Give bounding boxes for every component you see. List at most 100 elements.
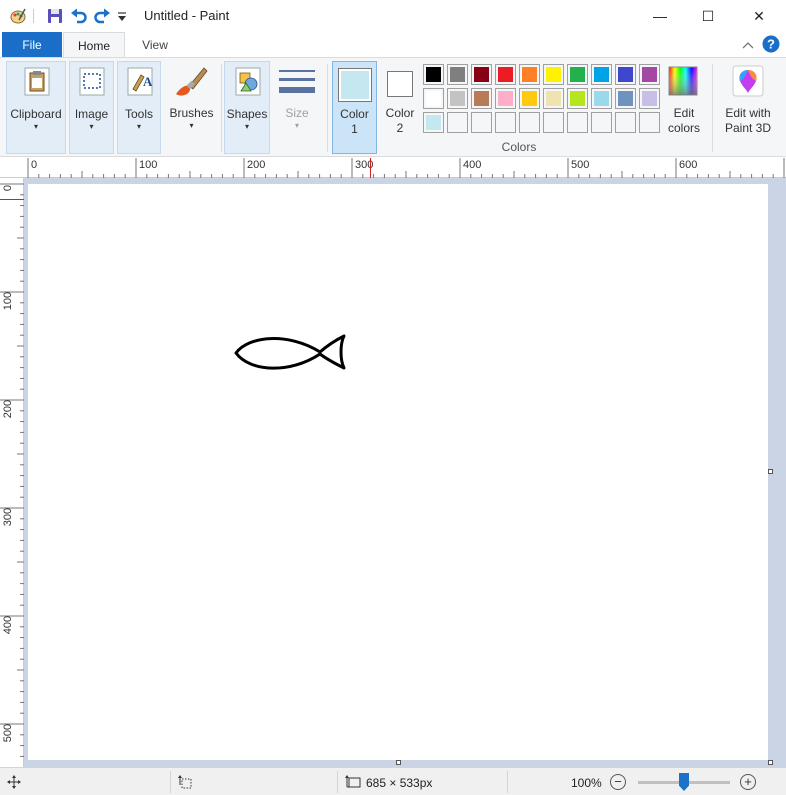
- shapes-group[interactable]: Shapes ▾: [224, 61, 270, 154]
- tab-file[interactable]: File: [2, 32, 62, 58]
- color-spectrum-icon: [668, 66, 698, 96]
- palette-swatch-color: [474, 67, 489, 82]
- palette-swatch[interactable]: [519, 112, 540, 133]
- canvas-size-icon: [345, 775, 361, 788]
- palette-swatch[interactable]: [639, 64, 660, 85]
- palette-swatch-color: [498, 67, 513, 82]
- color2-label: Color: [385, 106, 415, 120]
- canvas-dimensions: 685 × 533px: [366, 776, 433, 790]
- palette-swatch-color: [618, 67, 633, 82]
- customize-quick-access-icon[interactable]: [116, 7, 128, 25]
- tab-view[interactable]: View: [127, 32, 183, 58]
- canvas-drawing: [234, 334, 346, 370]
- palette-swatch[interactable]: [591, 88, 612, 109]
- undo-icon[interactable]: [70, 7, 88, 25]
- window-title: Untitled - Paint: [144, 8, 230, 23]
- palette-swatch-color: [546, 67, 561, 82]
- palette-swatch[interactable]: [591, 64, 612, 85]
- zoom-level: 100%: [571, 776, 602, 790]
- palette-swatch[interactable]: [471, 112, 492, 133]
- palette-swatch[interactable]: [447, 112, 468, 133]
- tab-home[interactable]: Home: [63, 32, 125, 58]
- palette-swatch[interactable]: [519, 64, 540, 85]
- close-button[interactable]: ✕: [736, 0, 782, 32]
- palette-swatch[interactable]: [447, 64, 468, 85]
- ribbon: Clipboard ▾ Image ▾ A Tools ▾ Brushes ▾: [0, 57, 786, 157]
- redo-icon[interactable]: [93, 7, 111, 25]
- palette-swatch[interactable]: [543, 64, 564, 85]
- palette-swatch[interactable]: [567, 112, 588, 133]
- help-icon[interactable]: ?: [762, 35, 780, 53]
- zoom-out-button[interactable]: −: [610, 774, 626, 790]
- status-separator: [507, 771, 508, 793]
- color2-number: 2: [396, 121, 404, 135]
- palette-swatch[interactable]: [423, 64, 444, 85]
- v-ruler-label: 100: [2, 291, 14, 311]
- clipboard-icon: [24, 67, 50, 96]
- color1-button[interactable]: Color 1: [332, 61, 377, 154]
- palette-swatch[interactable]: [543, 88, 564, 109]
- resize-handle-bottom[interactable]: [396, 760, 401, 765]
- palette-swatch[interactable]: [447, 88, 468, 109]
- zoom-in-button[interactable]: +: [740, 774, 756, 790]
- edit-colors-label-line2: colors: [667, 121, 700, 135]
- palette-swatch[interactable]: [615, 88, 636, 109]
- palette-swatch-color: [642, 115, 657, 130]
- palette-swatch[interactable]: [471, 88, 492, 109]
- paint-app-icon[interactable]: [9, 7, 27, 25]
- palette-swatch[interactable]: [615, 112, 636, 133]
- palette-swatch-color: [498, 115, 513, 130]
- size-label: Size: [285, 106, 309, 120]
- palette-swatch-color: [450, 67, 465, 82]
- edit-colors-button[interactable]: Edit colors: [661, 61, 707, 154]
- color2-button[interactable]: Color 2: [379, 61, 421, 154]
- palette-swatch-color: [498, 91, 513, 106]
- palette-swatch[interactable]: [543, 112, 564, 133]
- zoom-slider-thumb[interactable]: [679, 773, 689, 791]
- palette-swatch[interactable]: [495, 112, 516, 133]
- h-ruler-label: 200: [247, 159, 266, 171]
- resize-handle-corner[interactable]: [768, 760, 773, 765]
- palette-swatch[interactable]: [495, 64, 516, 85]
- palette-swatch-color: [570, 67, 585, 82]
- h-ruler-label: 600: [679, 159, 698, 171]
- palette-swatch[interactable]: [567, 64, 588, 85]
- collapse-ribbon-icon[interactable]: [742, 40, 754, 50]
- palette-swatch[interactable]: [423, 112, 444, 133]
- maximize-button[interactable]: ☐: [685, 0, 731, 32]
- palette-swatch-color: [642, 67, 657, 82]
- ribbon-tabs: File Home View ?: [0, 32, 786, 58]
- palette-swatch-color: [450, 91, 465, 106]
- tools-caret: ▾: [136, 122, 141, 131]
- palette-swatch[interactable]: [591, 112, 612, 133]
- clipboard-group[interactable]: Clipboard ▾: [6, 61, 66, 154]
- shapes-icon: [235, 67, 261, 96]
- palette-swatch-color: [570, 91, 585, 106]
- tools-label: Tools: [124, 107, 153, 121]
- palette-swatch[interactable]: [615, 64, 636, 85]
- palette-swatch[interactable]: [495, 88, 516, 109]
- brushes-caret: ▾: [189, 121, 194, 130]
- paint3d-button[interactable]: Edit with Paint 3D: [716, 61, 780, 154]
- palette-swatch[interactable]: [639, 112, 660, 133]
- palette-swatch[interactable]: [519, 88, 540, 109]
- minimize-button[interactable]: —: [637, 0, 683, 32]
- palette-swatch[interactable]: [639, 88, 660, 109]
- save-icon[interactable]: [46, 7, 64, 25]
- image-group[interactable]: Image ▾: [69, 61, 114, 154]
- color1-label: Color: [340, 107, 369, 121]
- palette-swatch[interactable]: [423, 88, 444, 109]
- color2-swatch: [390, 74, 410, 94]
- color1-swatch: [341, 71, 369, 99]
- drawing-canvas[interactable]: [28, 184, 768, 760]
- color2-frame: [387, 71, 413, 97]
- palette-swatch[interactable]: [471, 64, 492, 85]
- status-separator: [337, 771, 338, 793]
- paint3d-icon: [732, 65, 764, 97]
- palette-swatch[interactable]: [567, 88, 588, 109]
- brushes-group[interactable]: Brushes ▾: [164, 61, 219, 154]
- tools-group[interactable]: A Tools ▾: [117, 61, 161, 154]
- v-ruler-cursor-marker: [0, 199, 24, 200]
- resize-handle-right[interactable]: [768, 469, 773, 474]
- h-ruler-cursor-marker: [370, 158, 371, 178]
